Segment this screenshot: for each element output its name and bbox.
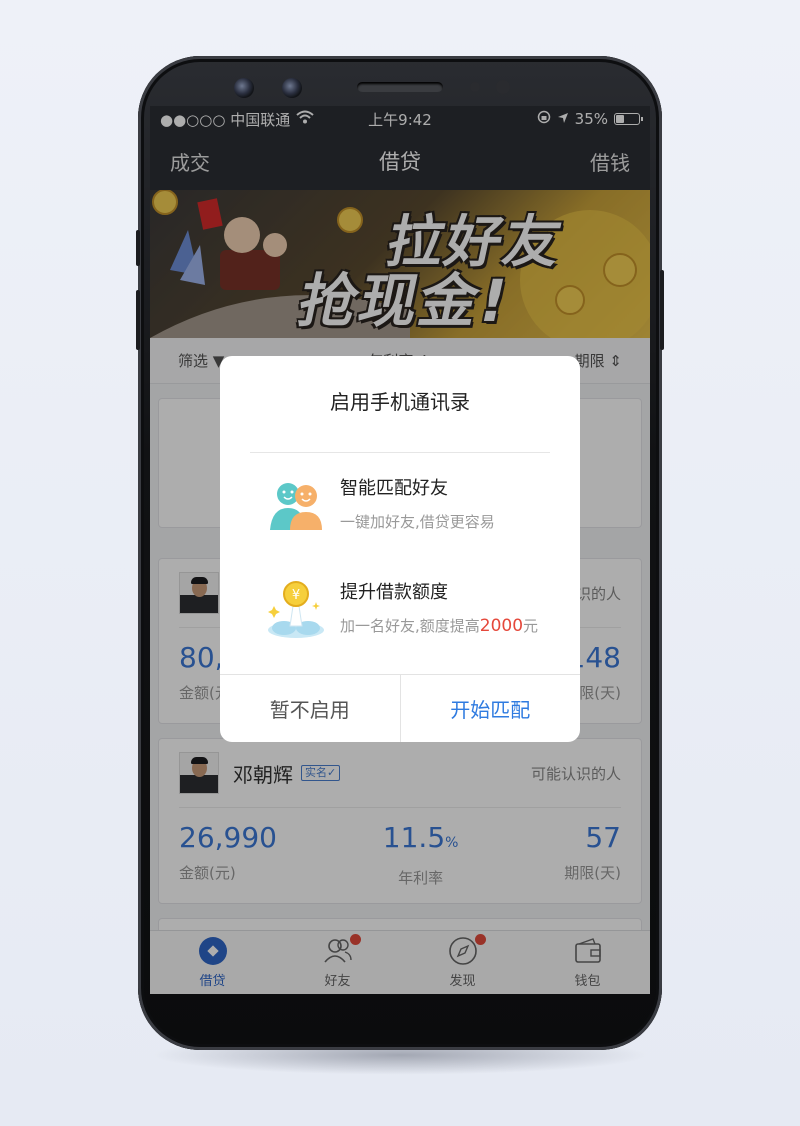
speaker-grille xyxy=(357,82,443,92)
feature-title: 智能匹配好友 xyxy=(340,477,448,499)
svg-text:¥: ¥ xyxy=(292,588,300,603)
contacts-permission-dialog: 启用手机通讯录 智能匹配好友 一键加好友,借贷更容易 ¥ 提升借款额度 加一名好… xyxy=(220,356,580,742)
dialog-title: 启用手机通讯录 xyxy=(330,390,470,414)
start-match-button[interactable]: 开始匹配 xyxy=(401,675,581,742)
coin-rocket-icon: ¥ xyxy=(264,576,328,640)
subtitle-suffix: 元 xyxy=(523,616,539,635)
camera-icon xyxy=(234,78,254,98)
friends-match-icon xyxy=(264,472,328,536)
phone-screen: ●●○○○ 中国联通 上午9:42 35% 成交 借贷 借钱 拉好友 抢现金! … xyxy=(150,106,650,994)
feature-match-friends: 智能匹配好友 一键加好友,借贷更容易 xyxy=(264,472,560,536)
camera-icon xyxy=(282,78,302,98)
sensor-dot xyxy=(496,80,510,94)
feature-raise-limit: ¥ 提升借款额度 加一名好友,额度提高2000元 xyxy=(264,576,560,640)
power-button xyxy=(660,270,664,350)
feature-subtitle: 一键加好友,借贷更容易 xyxy=(340,512,495,531)
dialog-buttons: 暂不启用 开始匹配 xyxy=(220,674,580,742)
subtitle-amount: 2000 xyxy=(479,615,524,636)
cancel-button[interactable]: 暂不启用 xyxy=(220,675,401,742)
dialog-divider xyxy=(250,452,550,453)
volume-button xyxy=(136,290,140,350)
mute-switch xyxy=(136,230,140,266)
sensor-dot xyxy=(470,82,480,92)
subtitle-prefix: 加一名好友,额度提高 xyxy=(340,616,480,635)
feature-subtitle: 加一名好友,额度提高2000元 xyxy=(340,615,538,636)
feature-title: 提升借款额度 xyxy=(340,581,448,603)
